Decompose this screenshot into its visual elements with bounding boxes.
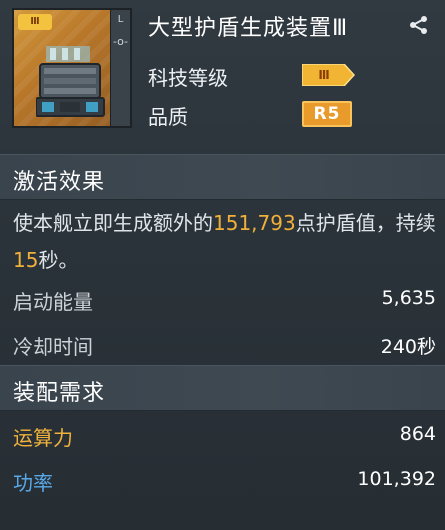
stat-row-energy: 启动能量 5,635 bbox=[0, 280, 445, 320]
stat-label: 运算力 bbox=[13, 426, 73, 450]
shield-generator-icon bbox=[36, 46, 105, 117]
stat-value: 101,392 bbox=[357, 468, 436, 490]
share-icon[interactable] bbox=[408, 14, 430, 36]
item-name: 大型护盾生成装置Ⅲ bbox=[148, 16, 349, 41]
shield-amount: 151,793 bbox=[213, 211, 296, 235]
requirements-header: 装配需求 bbox=[0, 365, 445, 411]
stat-label: 冷却时间 bbox=[13, 335, 93, 359]
item-thumbnail: Ⅲ L -o- bbox=[12, 8, 132, 128]
item-detail-panel: Ⅲ L -o- 大型护盾生成装置Ⅲ 科技等级 Ⅲ 品质 R5 激活效果 使本舰立… bbox=[0, 0, 445, 530]
stat-label: 启动能量 bbox=[13, 290, 93, 314]
stat-row-cooldown: 冷却时间 240秒 bbox=[0, 325, 445, 365]
item-header: Ⅲ L -o- 大型护盾生成装置Ⅲ 科技等级 Ⅲ 品质 R5 bbox=[0, 0, 445, 145]
quality-badge: R5 bbox=[302, 101, 352, 127]
stat-value: 864 bbox=[399, 423, 436, 445]
thumbnail-size-letter: L bbox=[117, 14, 124, 25]
activation-effect-header: 激活效果 bbox=[0, 154, 445, 200]
stat-label: 功率 bbox=[13, 471, 53, 495]
stat-value: 240秒 bbox=[380, 336, 436, 358]
tech-level-label: 科技等级 bbox=[148, 66, 228, 90]
stat-row-compute: 运算力 864 bbox=[0, 416, 445, 456]
desc-suffix: 秒。 bbox=[38, 248, 79, 272]
stat-value: 5,635 bbox=[381, 287, 436, 309]
desc-prefix: 使本舰立即生成额外的 bbox=[13, 211, 213, 235]
thumbnail-side-strip: L -o- bbox=[110, 10, 130, 126]
stat-row-power: 功率 101,392 bbox=[0, 461, 445, 501]
requirements-title: 装配需求 bbox=[13, 381, 106, 406]
thumbnail-rank-chip: Ⅲ bbox=[18, 14, 52, 30]
quality-label: 品质 bbox=[148, 105, 188, 129]
thumbnail-side-symbol: -o- bbox=[112, 35, 129, 48]
activation-effect-title: 激活效果 bbox=[13, 170, 106, 195]
tech-level-value: Ⅲ bbox=[318, 68, 330, 82]
desc-middle: 点护盾值，持续 bbox=[295, 211, 436, 235]
tech-level-badge: Ⅲ bbox=[302, 64, 356, 86]
duration-value: 15 bbox=[13, 248, 39, 272]
activation-description: 使本舰立即生成额外的151,793点护盾值，持续 15秒。 bbox=[13, 205, 438, 279]
